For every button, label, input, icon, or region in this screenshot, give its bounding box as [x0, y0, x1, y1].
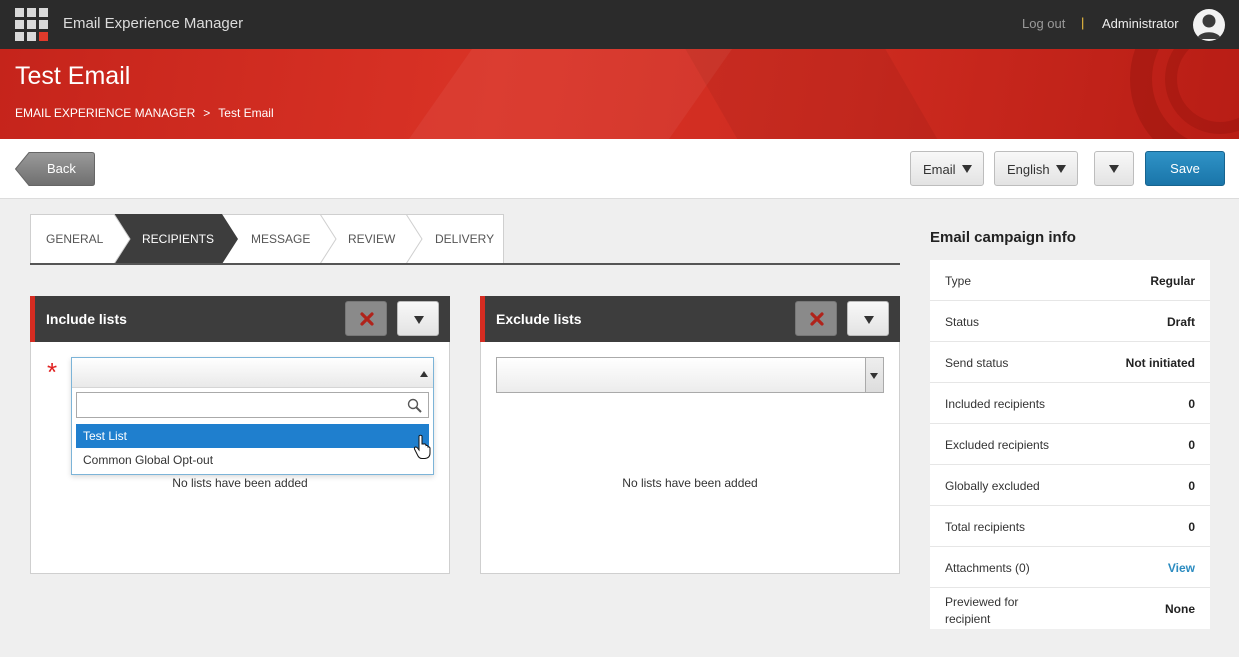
header-separator: |: [1081, 15, 1085, 30]
exclude-list-select[interactable]: [496, 357, 884, 393]
info-key: Send status: [945, 356, 1009, 370]
toolbar: Back Email English Save: [0, 139, 1239, 199]
info-row-included-recipients: Included recipients 0: [930, 383, 1210, 424]
app-grid-icon[interactable]: [15, 8, 48, 41]
info-key: Type: [945, 274, 972, 288]
breadcrumb: EMAIL EXPERIENCE MANAGER > Test Email: [15, 106, 274, 120]
info-row-attachments: Attachments (0) View: [930, 547, 1210, 588]
language-select[interactable]: English: [994, 151, 1078, 186]
chevron-down-icon: [864, 316, 874, 324]
exclude-select-arrow[interactable]: [865, 358, 883, 392]
app-title: Email Experience Manager: [63, 15, 244, 32]
back-button[interactable]: Back: [15, 152, 95, 186]
info-value: 0: [1188, 438, 1195, 452]
chevron-down-icon: [414, 316, 424, 324]
page-title: Test Email: [15, 62, 131, 90]
campaign-info-title: Email campaign info: [930, 229, 1076, 246]
close-icon: [360, 312, 374, 326]
campaign-info-table: Type Regular Status Draft Send status No…: [930, 260, 1210, 629]
message-type-value: Email: [923, 162, 956, 177]
user-avatar-icon[interactable]: [1193, 9, 1225, 41]
include-lists-header: Include lists: [30, 296, 450, 342]
chevron-down-icon: [1056, 165, 1066, 173]
include-list-select[interactable]: [72, 358, 433, 388]
exclude-lists-header: Exclude lists: [480, 296, 900, 342]
tab-review[interactable]: REVIEW: [348, 232, 395, 246]
hand-cursor-icon: [413, 434, 431, 459]
info-row-status: Status Draft: [930, 301, 1210, 342]
info-row-total-recipients: Total recipients 0: [930, 506, 1210, 547]
user-name[interactable]: Administrator: [1102, 16, 1179, 31]
include-empty-message: No lists have been added: [172, 476, 308, 490]
back-button-label: Back: [47, 161, 76, 176]
option-test-list[interactable]: Test List: [76, 424, 429, 448]
logout-link[interactable]: Log out: [1022, 16, 1065, 31]
top-bar: Email Experience Manager Log out | Admin…: [0, 0, 1239, 49]
view-attachments-link[interactable]: View: [1168, 561, 1195, 575]
info-key: Previewed for recipient: [945, 595, 1019, 626]
breadcrumb-separator: >: [203, 106, 211, 120]
info-value: Draft: [1166, 315, 1195, 329]
info-key: Attachments (0): [945, 561, 1030, 575]
include-options-button[interactable]: [397, 301, 439, 336]
info-row-type: Type Regular: [930, 260, 1210, 301]
chevron-up-icon: [420, 371, 428, 377]
exclude-lists-title: Exclude lists: [496, 311, 582, 327]
exclude-empty-message: No lists have been added: [622, 476, 758, 490]
breadcrumb-root[interactable]: EMAIL EXPERIENCE MANAGER: [15, 106, 195, 120]
search-icon: [407, 398, 422, 413]
option-common-global-opt-out[interactable]: Common Global Opt-out: [76, 448, 429, 472]
info-key: Globally excluded: [945, 479, 1040, 493]
breadcrumb-current: Test Email: [218, 106, 274, 120]
required-marker: *: [47, 357, 58, 387]
wizard-tabs: GENERAL RECIPIENTS MESSAGE REVIEW DELIVE…: [30, 214, 504, 264]
exclude-lists-panel: Exclude lists No lists have been added: [480, 296, 900, 574]
clear-exclude-button[interactable]: [795, 301, 837, 336]
chevron-down-icon: [1109, 165, 1119, 173]
page-banner: Test Email EMAIL EXPERIENCE MANAGER > Test…: [0, 49, 1239, 139]
tab-message[interactable]: MESSAGE: [251, 232, 310, 246]
chevron-down-icon: [962, 165, 972, 173]
clear-include-button[interactable]: [345, 301, 387, 336]
info-key: Status: [945, 315, 980, 329]
include-list-dropdown[interactable]: Test List Common Global Opt-out: [71, 357, 434, 475]
include-list-search-input[interactable]: [76, 392, 429, 418]
exclude-options-button[interactable]: [847, 301, 889, 336]
info-row-previewed-for: Previewed for recipient None: [930, 588, 1210, 629]
info-row-send-status: Send status Not initiated: [930, 342, 1210, 383]
language-value: English: [1007, 162, 1050, 177]
message-type-select[interactable]: Email: [910, 151, 984, 186]
tab-delivery[interactable]: DELIVERY: [435, 232, 494, 246]
tabs-divider: [30, 263, 900, 265]
save-button[interactable]: Save: [1145, 151, 1225, 186]
info-value: None: [1165, 602, 1195, 616]
include-lists-panel: Include lists No lists have been added *…: [30, 296, 450, 574]
info-value: 0: [1188, 397, 1195, 411]
info-row-globally-excluded: Globally excluded 0: [930, 465, 1210, 506]
more-actions-button[interactable]: [1094, 151, 1134, 186]
info-row-excluded-recipients: Excluded recipients 0: [930, 424, 1210, 465]
tab-recipients[interactable]: RECIPIENTS: [142, 232, 214, 246]
info-value: Not initiated: [1125, 356, 1195, 370]
info-value: 0: [1188, 479, 1195, 493]
include-lists-title: Include lists: [46, 311, 127, 327]
info-key: Total recipients: [945, 520, 1026, 534]
close-icon: [810, 312, 824, 326]
info-key: Included recipients: [945, 397, 1046, 411]
info-value: Regular: [1150, 274, 1195, 288]
info-value: 0: [1188, 520, 1195, 534]
tab-general[interactable]: GENERAL: [46, 232, 103, 246]
info-key: Excluded recipients: [945, 438, 1050, 452]
chevron-down-icon: [870, 373, 878, 379]
